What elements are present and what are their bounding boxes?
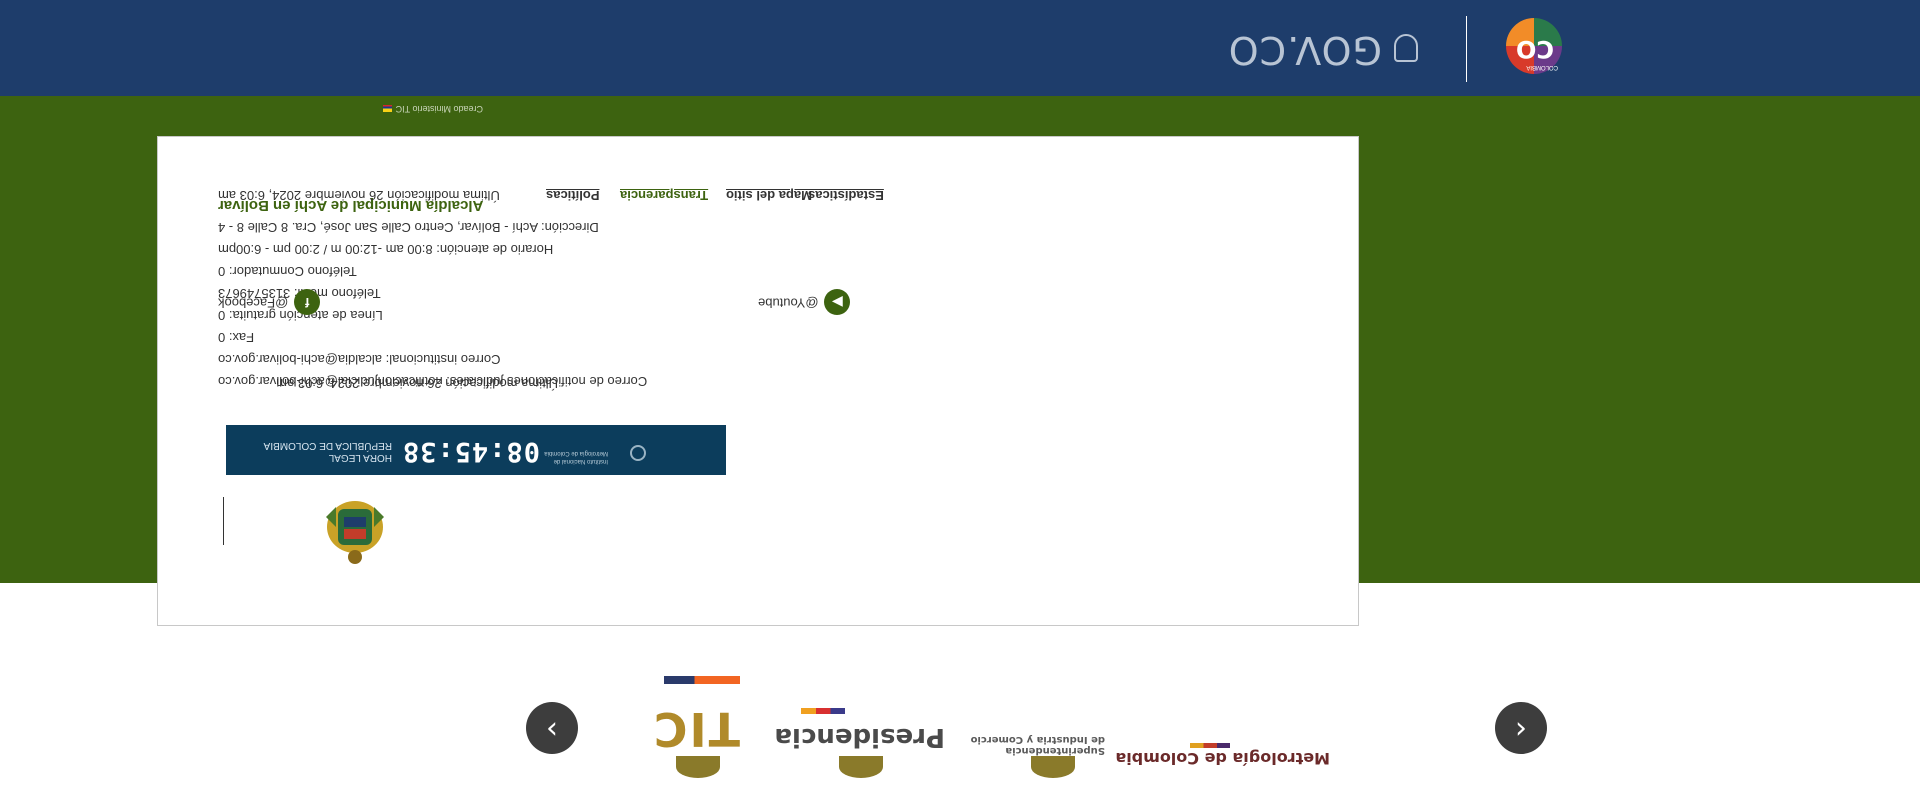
legal-time-label-1: HORA LEGAL bbox=[328, 452, 392, 463]
govco-divider bbox=[1466, 16, 1467, 82]
logo-metrologia-text: Metrología de Colombia bbox=[1115, 749, 1330, 768]
facebook-label: @Facebook bbox=[218, 295, 289, 311]
youtube-label: @Youtube bbox=[758, 295, 819, 311]
inm-icon bbox=[630, 445, 646, 461]
youtube-link[interactable]: ▶ @Youtube bbox=[758, 289, 851, 315]
logo-sic-text: Superintendencia de Industria y Comercio bbox=[971, 734, 1105, 756]
info-switchboard: Teléfono Conmutador: 0 bbox=[218, 264, 357, 279]
presidencia-crest-icon bbox=[839, 756, 883, 778]
facebook-icon: f bbox=[294, 289, 321, 315]
legal-time-label: HORA LEGAL REPÚBLICA DE COLOMBIA bbox=[264, 439, 392, 463]
logo-metrologia-bar bbox=[1190, 743, 1230, 748]
footer-bottom-row: Última modificación 26 noviembre 2024, 6… bbox=[218, 183, 918, 203]
youtube-icon: ▶ bbox=[824, 289, 851, 315]
legal-time-widget: Instituto Nacional de Metrología de Colo… bbox=[226, 425, 726, 475]
bottom-last-modified: Última modificación 26 noviembre 2024, 6… bbox=[218, 188, 500, 203]
logo-sic[interactable]: Superintendencia de Industria y Comercio bbox=[971, 656, 1115, 778]
logo-sic-line-1: Superintendencia bbox=[1005, 745, 1105, 756]
link-estadisticas[interactable]: Estadísticas bbox=[808, 188, 884, 203]
last-modified-text: Última modificación 26 noviembre 2024, 6… bbox=[276, 376, 558, 391]
credit-text: Creado Ministerio TIC bbox=[382, 104, 483, 114]
govco-shield-icon bbox=[1394, 34, 1418, 62]
inm-line-1: Instituto Nacional de bbox=[553, 458, 608, 464]
colombia-flag-icon bbox=[382, 104, 392, 112]
inm-logo-text: Instituto Nacional de Metrología de Colo… bbox=[544, 449, 608, 465]
logo-presidencia-bar bbox=[801, 708, 845, 714]
link-transparencia[interactable]: Transparencia bbox=[620, 188, 708, 203]
logo-sic-line-2: de Industria y Comercio bbox=[970, 734, 1105, 745]
carousel-next-button[interactable]: › bbox=[526, 702, 578, 754]
logo-presidencia[interactable]: Presidencia bbox=[774, 656, 945, 778]
tic-crest-icon bbox=[676, 756, 720, 778]
info-fax: Fax: 0 bbox=[218, 330, 255, 345]
logo-tic-bar bbox=[664, 676, 740, 684]
sic-crest-icon bbox=[1031, 756, 1075, 778]
co-logo-sub: COLOMBIA bbox=[1526, 64, 1558, 70]
info-hours: Horario de atención: 8:00 am -12:00 m / … bbox=[218, 242, 554, 257]
legal-time-label-2: REPÚBLICA DE COLOMBIA bbox=[263, 440, 392, 451]
info-email[interactable]: Correo institucional: alcaldia@achi-boli… bbox=[218, 352, 500, 367]
chevron-right-icon: › bbox=[546, 712, 558, 747]
govco-bar: COLOMBIA CO GOV.CO bbox=[0, 0, 1920, 96]
footer-card: Alcaldía Municipal de Achí en Bolívar Di… bbox=[157, 136, 1359, 626]
logo-tic[interactable]: TIC bbox=[640, 656, 740, 778]
inm-line-2: Metrología de Colombia bbox=[544, 450, 608, 456]
co-logo-text: CO bbox=[1515, 35, 1554, 63]
logo-presidencia-text: Presidencia bbox=[774, 722, 945, 752]
page: ‹ › Metrología de Colombia Superintenden… bbox=[0, 0, 1920, 796]
govco-brand[interactable]: GOV.CO bbox=[1228, 28, 1382, 72]
crest-divider bbox=[223, 497, 224, 545]
chevron-left-icon: ‹ bbox=[1515, 712, 1527, 747]
link-politicas[interactable]: Políticas bbox=[546, 188, 599, 203]
link-mapa-sitio[interactable]: Mapa del sitio bbox=[726, 188, 812, 203]
logo-tic-text: TIC bbox=[651, 702, 740, 756]
credit-label: Creado Ministerio TIC bbox=[395, 104, 483, 114]
facebook-link[interactable]: f @Facebook bbox=[218, 289, 321, 315]
municipal-crest-icon bbox=[326, 501, 384, 564]
logo-metrologia[interactable]: Metrología de Colombia bbox=[1115, 656, 1330, 776]
legal-time-value: 08:45:38 bbox=[401, 436, 540, 467]
info-address: Dirección: Achí - Bolívar, Centro Calle … bbox=[218, 220, 599, 235]
carousel-prev-button[interactable]: ‹ bbox=[1495, 702, 1547, 754]
